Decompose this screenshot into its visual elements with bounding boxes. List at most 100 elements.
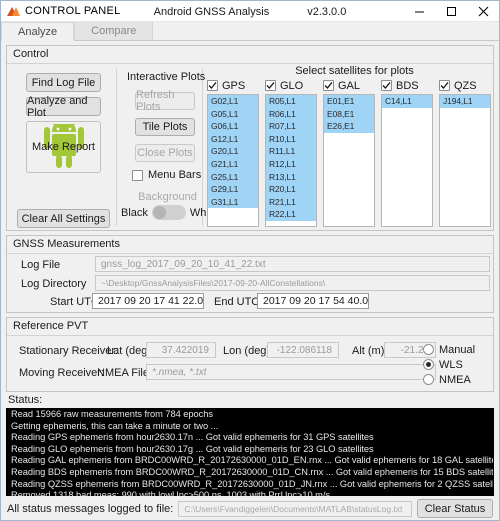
radio-row-manual[interactable]: Manual — [423, 342, 487, 357]
reference-pvt-body: Stationary Receiver: Lat (deg) 37.422019… — [7, 336, 493, 391]
console-line: Getting ephemeris, this can take a minut… — [11, 420, 219, 431]
satellite-column-gal: GAL E01,E1 E08,E1 E26,E1 — [323, 78, 375, 227]
radio-nmea[interactable] — [423, 374, 434, 385]
satellite-item[interactable]: E01,E1 — [324, 95, 374, 108]
satellite-item[interactable]: G05,L1 — [208, 107, 258, 121]
console-line: Reading GLO ephemeris from hour2630.17g … — [11, 443, 374, 454]
background-black-label: Black — [121, 206, 148, 219]
analyze-and-plot-button[interactable]: Analyze and Plot — [26, 95, 101, 119]
satellite-header-qzs[interactable]: QZS — [439, 78, 491, 93]
start-utc-input[interactable]: 2017 09 20 17 41 22.0 — [92, 293, 204, 309]
checkbox-qzs[interactable] — [439, 80, 450, 91]
lon-input[interactable]: -122.086118 — [267, 342, 339, 358]
satellite-column-qzs: QZS J194,L1 — [439, 78, 491, 227]
find-log-file-button[interactable]: Find Log File — [26, 73, 101, 92]
satellite-item[interactable]: R10,L1 — [266, 132, 316, 146]
radio-row-wls[interactable]: WLS — [423, 357, 487, 372]
satellite-item[interactable]: G29,L1 — [208, 183, 258, 196]
radio-label-wls: WLS — [439, 358, 463, 371]
end-utc-input[interactable]: 2017 09 20 17 54 40.0 — [257, 293, 369, 309]
stationary-receiver-label: Stationary Receiver: — [19, 345, 119, 357]
satellite-item[interactable]: G20,L1 — [208, 145, 258, 158]
control-panel: Control Find Log File Analyze and Plot M… — [6, 45, 494, 231]
satellite-list-qzs[interactable]: J194,L1 — [439, 94, 491, 227]
log-directory-label: Log Directory — [21, 278, 87, 290]
radio-dot — [426, 362, 431, 367]
satellite-item[interactable]: E08,E1 — [324, 107, 374, 121]
satellite-item[interactable]: G31,L1 — [208, 195, 258, 209]
satellite-item[interactable]: R11,L1 — [266, 145, 316, 158]
tab-compare[interactable]: Compare — [74, 21, 154, 40]
satellite-item[interactable]: R13,L1 — [266, 170, 316, 184]
window-controls — [403, 1, 499, 22]
satellite-item[interactable]: G25,L1 — [208, 170, 258, 184]
satellite-column-glo: GLO R05,L1 R06,L1 R07,L1 R10,L1 R11,L1 R12,L1 R… — [265, 78, 317, 227]
background-toggle[interactable] — [151, 205, 186, 220]
constellation-label-gps: GPS — [222, 79, 246, 92]
satellite-column-bds: BDS C14,L1 — [381, 78, 433, 227]
log-directory-input[interactable]: ~\Desktop/GnssAnalysisFiles\2017-09-20-A… — [95, 275, 490, 291]
satellite-item[interactable]: G12,L1 — [208, 132, 258, 146]
clear-all-settings-button[interactable]: Clear All Settings — [17, 209, 110, 228]
background-toggle-row[interactable]: Black White — [121, 205, 218, 220]
make-report-button[interactable]: Make Report — [26, 121, 101, 173]
satellite-item[interactable]: G21,L1 — [208, 157, 258, 171]
checkbox-gps[interactable] — [207, 80, 218, 91]
satellite-item[interactable]: R12,L1 — [266, 157, 316, 171]
radio-wls[interactable] — [423, 359, 434, 370]
radio-label-manual: Manual — [439, 343, 476, 356]
radio-manual[interactable] — [423, 344, 434, 355]
control-panel-window: CONTROL PANEL Android GNSS Analysis v2.3… — [0, 0, 500, 521]
menu-bars-row[interactable]: Menu Bars — [132, 169, 201, 181]
satellite-item[interactable]: R05,L1 — [266, 95, 316, 108]
checkbox-gal[interactable] — [323, 80, 334, 91]
satellite-list-glo[interactable]: R05,L1 R06,L1 R07,L1 R10,L1 R11,L1 R12,L1 R13,… — [265, 94, 317, 227]
satellite-header-gps[interactable]: GPS — [207, 78, 259, 93]
lon-label: Lon (deg) — [223, 345, 271, 357]
close-button[interactable] — [467, 1, 499, 22]
satellite-item[interactable]: R07,L1 — [266, 120, 316, 133]
satellite-item[interactable]: R20,L1 — [266, 183, 316, 196]
gnss-panel-title: GNSS Measurements — [7, 236, 493, 254]
checkbox-bds[interactable] — [381, 80, 392, 91]
log-file-input[interactable]: gnss_log_2017_09_20_10_41_22.txt — [95, 256, 490, 272]
console-line: Reading GPS ephemeris from hour2630.17n … — [11, 432, 374, 443]
console-line: Reading QZSS ephemeris from BRDC00WRD_R_… — [11, 478, 494, 489]
tab-analyze[interactable]: Analyze — [1, 22, 75, 41]
satellite-item[interactable]: R06,L1 — [266, 107, 316, 121]
satellite-list-gal[interactable]: E01,E1 E08,E1 E26,E1 — [323, 94, 375, 227]
satellite-item[interactable]: R21,L1 — [266, 195, 316, 209]
clear-status-button[interactable]: Clear Status — [417, 499, 493, 518]
log-file-label: Log File — [21, 259, 61, 271]
status-log-path-input[interactable]: C:\Users\Fvandiggelen\Documents\MATLAB\s… — [178, 500, 412, 517]
interactive-plots-title: Interactive Plots — [127, 71, 206, 83]
title-bar: CONTROL PANEL Android GNSS Analysis v2.3… — [1, 1, 499, 22]
satellite-item[interactable]: E26,E1 — [324, 120, 374, 133]
nmea-file-label: NMEA File: — [97, 367, 153, 379]
maximize-button[interactable] — [435, 1, 467, 22]
app-version: v2.3.0.0 — [307, 5, 347, 18]
satellite-item[interactable]: G02,L1 — [208, 95, 258, 108]
satellite-list-gps[interactable]: G02,L1 G05,L1 G06,L1 G12,L1 G20,L1 G21,L1 G25,… — [207, 94, 259, 227]
checkbox-glo[interactable] — [265, 80, 276, 91]
satellite-header-glo[interactable]: GLO — [265, 78, 317, 93]
close-plots-button[interactable]: Close Plots — [135, 144, 195, 162]
satellite-header-gal[interactable]: GAL — [323, 78, 375, 93]
background-title: Background — [138, 191, 197, 203]
app-title: Android GNSS Analysis — [153, 5, 270, 18]
menu-bars-checkbox[interactable] — [132, 169, 143, 181]
minimize-button[interactable] — [403, 1, 435, 22]
nmea-file-input[interactable]: *.nmea, *.txt — [146, 364, 436, 380]
satellite-list-bds[interactable]: C14,L1 — [381, 94, 433, 227]
satellite-header-bds[interactable]: BDS — [381, 78, 433, 93]
satellite-item[interactable]: R22,L1 — [266, 208, 316, 221]
satellite-columns: GPS G02,L1 G05,L1 G06,L1 G12,L1 G20,L1 G21,L1 G… — [207, 78, 491, 227]
satellite-item[interactable]: J194,L1 — [440, 95, 490, 108]
lat-input[interactable]: 37.422019 — [146, 342, 216, 358]
satellite-item[interactable]: G06,L1 — [208, 120, 258, 133]
tile-plots-button[interactable]: Tile Plots — [135, 118, 195, 136]
radio-row-nmea[interactable]: NMEA — [423, 372, 487, 387]
refresh-plots-button[interactable]: Refresh Plots — [135, 89, 195, 113]
control-panel-body: Find Log File Analyze and Plot Make Repo… — [7, 64, 493, 230]
satellite-item[interactable]: C14,L1 — [382, 95, 432, 108]
